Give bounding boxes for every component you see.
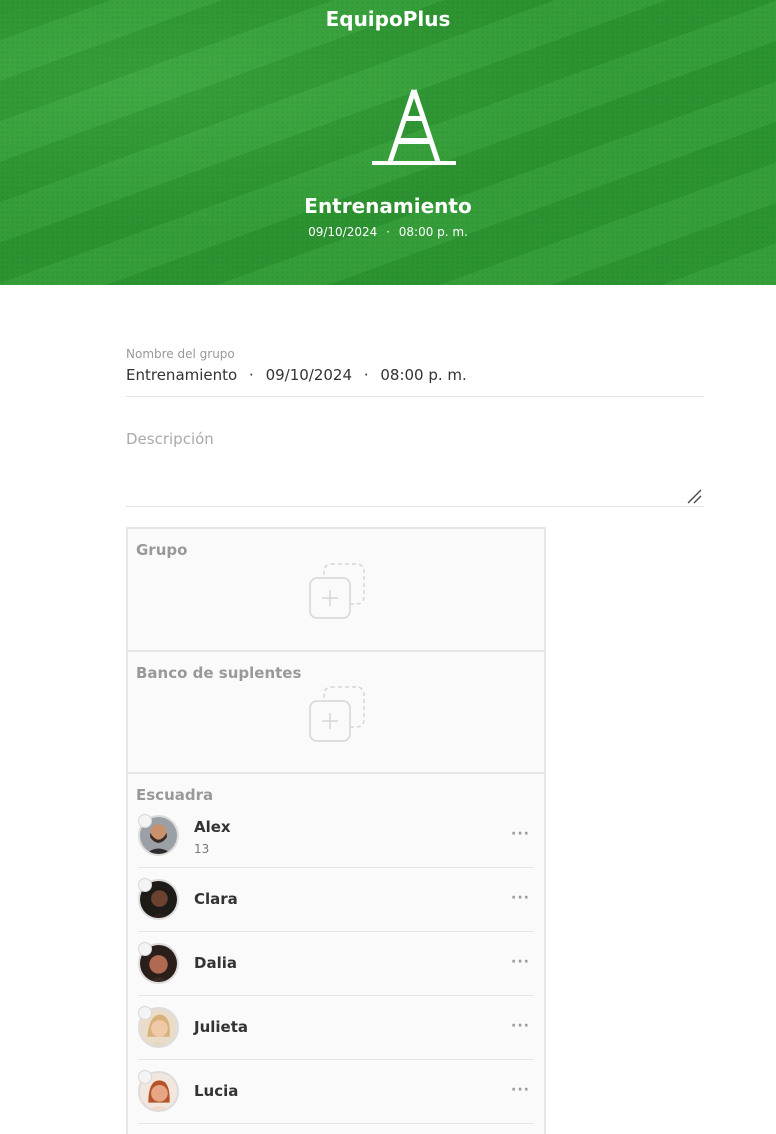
description-placeholder: Descripción [126,430,214,448]
add-stack-icon[interactable] [308,562,366,620]
bench-panel[interactable]: Banco de suplentes [128,652,544,774]
player-name: Dalia [194,954,237,972]
separator: · [386,225,390,239]
group-name-field[interactable]: Entrenamiento · 09/10/2024 · 08:00 p. m. [126,366,467,384]
more-horizontal-icon[interactable]: ··· [511,1018,530,1034]
event-header: EquipoPlus Entrenamiento 09/10/2024 · 08… [0,0,776,285]
app-title: EquipoPlus [325,7,451,31]
description-textarea[interactable]: Descripción [126,420,704,507]
status-indicator [138,1070,152,1084]
player-name: Julieta [194,1018,249,1036]
more-horizontal-icon[interactable]: ··· [511,826,530,842]
player-number: 13 [194,842,210,856]
player-row[interactable]: Alex 13 ··· [138,804,534,868]
group-name-label: Nombre del grupo [126,347,235,361]
player-name: Alex [194,818,231,836]
group-name-text: Entrenamiento [126,366,238,384]
event-datetime: 09/10/2024 · 08:00 p. m. [0,225,776,239]
resize-handle-icon[interactable] [686,488,702,504]
player-name: Clara [194,890,238,908]
separator: · [363,366,369,384]
squad-panel-title: Escuadra [136,786,214,804]
player-row[interactable]: Dalia ··· [138,932,534,996]
event-title: Entrenamiento [304,194,472,218]
player-row[interactable]: Lucia ··· [138,1060,534,1124]
event-date: 09/10/2024 [308,225,378,239]
traffic-cone-icon [372,89,456,165]
add-stack-icon[interactable] [308,685,366,743]
more-horizontal-icon[interactable]: ··· [511,890,530,906]
bench-panel-title: Banco de suplentes [136,664,302,682]
event-time: 08:00 p. m. [398,225,468,239]
divider [126,396,704,397]
player-row[interactable]: Clara ··· [138,868,534,932]
status-indicator [138,878,152,892]
separator: · [249,366,254,384]
group-date-text: 09/10/2024 [265,366,353,384]
more-horizontal-icon[interactable]: ··· [511,954,530,970]
status-indicator [138,1006,152,1020]
status-indicator [138,814,152,828]
more-horizontal-icon[interactable]: ··· [511,1082,530,1098]
player-row[interactable]: Julieta ··· [138,996,534,1060]
player-name: Lucia [194,1082,239,1100]
group-panel-title: Grupo [136,541,188,559]
group-time-text: 08:00 p. m. [380,366,467,384]
group-panel[interactable]: Grupo [128,529,544,652]
lineup-panels: Grupo Banco de suplentes Escuadra Alex 1… [126,527,546,1134]
status-indicator [138,942,152,956]
